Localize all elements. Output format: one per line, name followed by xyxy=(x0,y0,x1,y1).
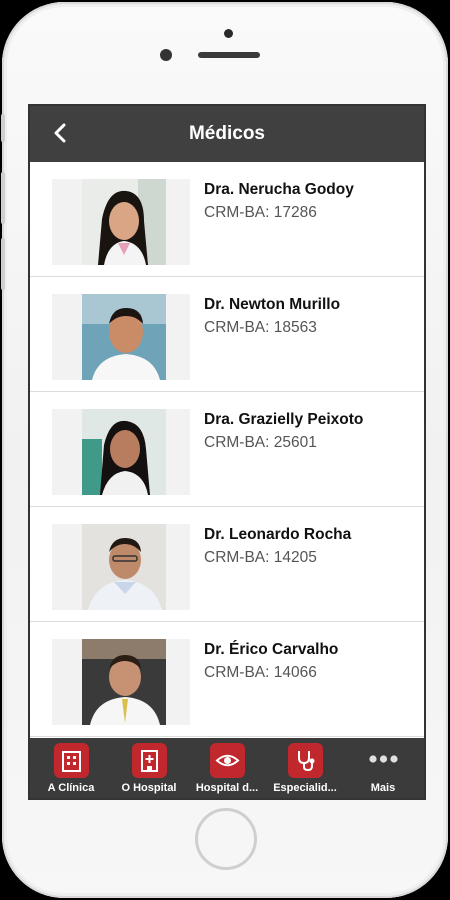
clinic-building-icon xyxy=(54,743,89,778)
doctor-crm: CRM-BA: 14205 xyxy=(204,549,317,566)
doctor-list-item[interactable]: Dra. Grazielly Peixoto CRM-BA: 25601 xyxy=(30,392,424,507)
doctor-crm: CRM-BA: 14066 xyxy=(204,664,317,681)
doctor-list-item[interactable]: Dr. Newton Murillo CRM-BA: 18563 xyxy=(30,277,424,392)
doctor-name: Dr. Érico Carvalho xyxy=(204,641,339,658)
doctor-photo xyxy=(52,294,190,380)
doctor-name: Dra. Nerucha Godoy xyxy=(204,181,354,198)
doctor-crm: CRM-BA: 25601 xyxy=(204,434,317,451)
doctor-photo xyxy=(52,524,190,610)
tab-mais[interactable]: Mais xyxy=(344,738,422,798)
tab-label: A Clínica xyxy=(47,782,95,794)
doctor-list-item[interactable]: Dra. Nerucha Godoy CRM-BA: 17286 xyxy=(30,162,424,277)
tab-label: O Hospital xyxy=(121,782,177,794)
doctor-list-item[interactable]: Dr. Érico Carvalho CRM-BA: 14066 xyxy=(30,622,424,737)
doctor-photo xyxy=(52,639,190,725)
bottom-tab-bar: A Clínica O Hospital Hospital d... Espec… xyxy=(30,738,424,798)
volume-down-button xyxy=(1,238,5,290)
doctor-photo xyxy=(52,179,190,265)
mute-switch xyxy=(1,114,5,142)
doctor-list: Dra. Nerucha Godoy CRM-BA: 17286 Dr. New… xyxy=(30,162,424,737)
hospital-building-icon xyxy=(132,743,167,778)
earpiece-speaker xyxy=(198,52,260,58)
phone-frame: Médicos Dra. Nerucha Godoy CRM-BA: 17286… xyxy=(1,2,448,898)
tab-label: Especialid... xyxy=(273,782,337,794)
doctor-photo xyxy=(52,409,190,495)
page-title: Médicos xyxy=(188,123,266,144)
eye-icon xyxy=(210,743,245,778)
proximity-sensor xyxy=(160,49,172,61)
more-dots-icon xyxy=(366,752,401,766)
stethoscope-icon xyxy=(288,743,323,778)
doctor-name: Dr. Newton Murillo xyxy=(204,296,341,313)
doctor-crm: CRM-BA: 18563 xyxy=(204,319,317,336)
volume-up-button xyxy=(1,172,5,224)
tab-especialidades[interactable]: Especialid... xyxy=(266,738,344,798)
doctor-name: Dra. Grazielly Peixoto xyxy=(204,411,364,428)
app-screen: Médicos Dra. Nerucha Godoy CRM-BA: 17286… xyxy=(28,104,426,800)
front-camera xyxy=(224,29,233,38)
doctor-list-item[interactable]: Dr. Leonardo Rocha CRM-BA: 14205 xyxy=(30,507,424,622)
tab-label: Hospital d... xyxy=(195,782,259,794)
doctor-crm: CRM-BA: 17286 xyxy=(204,204,317,221)
tab-o-hospital[interactable]: O Hospital xyxy=(110,738,188,798)
top-navigation-bar: Médicos xyxy=(30,106,424,162)
doctor-name: Dr. Leonardo Rocha xyxy=(204,526,352,543)
tab-a-clinica[interactable]: A Clínica xyxy=(32,738,110,798)
tab-label: Mais xyxy=(370,782,396,794)
tab-hospital-dia[interactable]: Hospital d... xyxy=(188,738,266,798)
home-button[interactable] xyxy=(195,808,257,870)
